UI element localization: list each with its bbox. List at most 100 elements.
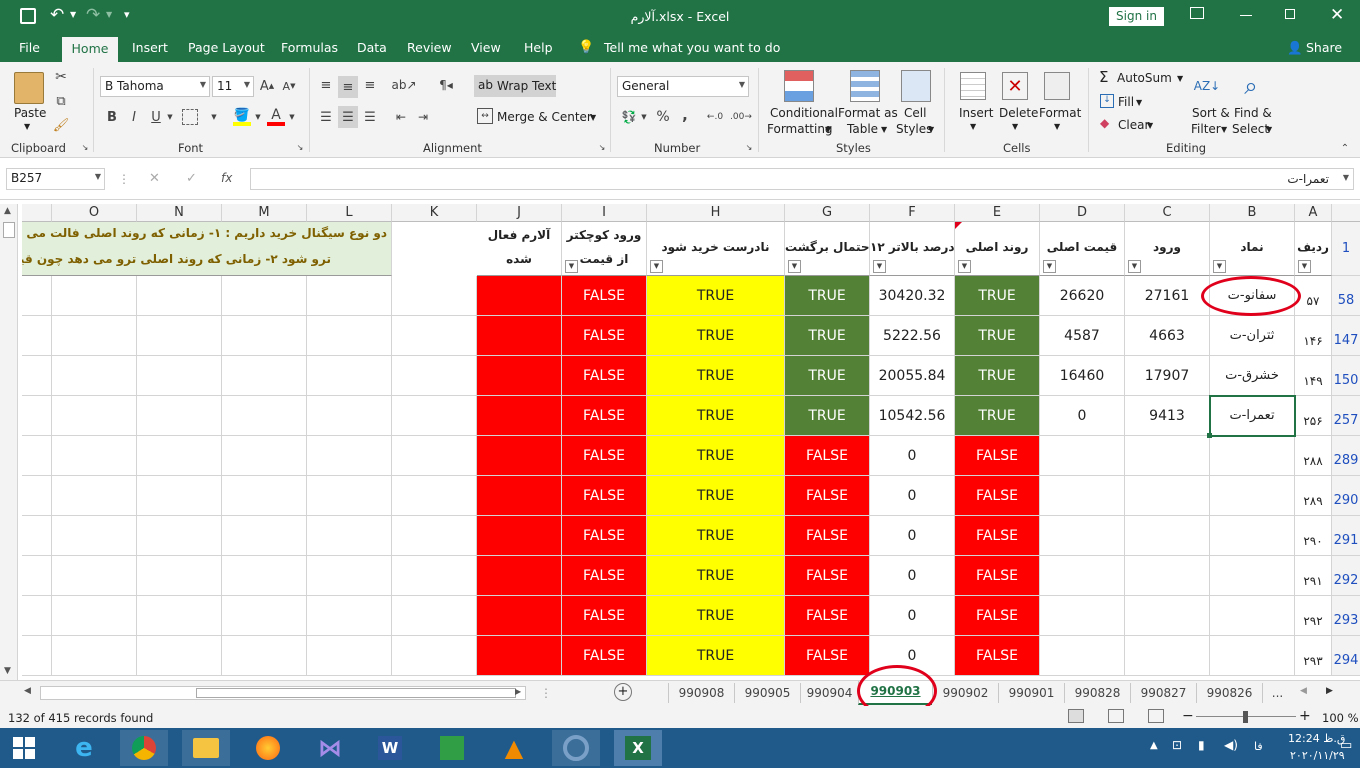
increase-indent-icon[interactable]: ⇥ [414,108,432,126]
number-format-select[interactable]: General ▼ [617,76,749,97]
new-sheet-icon[interactable]: + [614,683,632,701]
cell-p[interactable] [22,516,52,556]
cell-l[interactable] [307,316,392,356]
column-header-o[interactable]: O [52,204,137,222]
cell-n[interactable] [137,356,222,396]
cell-c[interactable]: 27161 [1125,276,1210,316]
format-table-dropdown-icon[interactable]: ▼ [881,125,887,134]
tab-data[interactable]: Data [357,40,387,55]
cell-d[interactable]: 26620 [1040,276,1125,316]
increase-font-icon[interactable]: A ▲ [258,77,276,95]
cell-l[interactable] [307,276,392,316]
cell-f[interactable]: 5222.56 [870,316,955,356]
expand-formula-icon[interactable]: ▼ [1343,173,1349,182]
paste-icon[interactable] [14,72,44,104]
fill-handle[interactable] [1207,433,1212,438]
cell-o[interactable] [52,516,137,556]
cell-e[interactable]: TRUE [955,356,1040,396]
store-icon[interactable] [428,730,476,766]
cell-f[interactable]: 0 [870,516,955,556]
cell-i[interactable]: FALSE [562,276,647,316]
cell-m[interactable] [222,596,307,636]
scroll-up-icon[interactable]: ▲ [4,206,11,216]
minimize-icon[interactable] [1240,15,1252,16]
align-center-icon[interactable]: ☰ [338,106,358,128]
cell-c[interactable] [1125,436,1210,476]
cell-l[interactable] [307,436,392,476]
file-explorer-icon[interactable] [182,730,230,766]
zoom-level[interactable]: 100 % [1322,711,1359,725]
cell-i[interactable]: FALSE [562,476,647,516]
cell-h[interactable]: TRUE [647,476,785,516]
cell-a[interactable]: ۱۴۹ [1295,356,1332,396]
cell-i[interactable]: FALSE [562,596,647,636]
horizontal-scrollbar[interactable]: ▶ [40,686,526,700]
cell-l[interactable] [307,556,392,596]
row-header[interactable]: 289 [1332,436,1360,476]
align-middle-icon[interactable]: ≡ [338,76,358,98]
h-scroll-thumb[interactable] [196,688,516,698]
cell-n[interactable] [137,556,222,596]
conditional-formatting-icon[interactable] [784,70,814,102]
cell-a[interactable]: ۲۸۸ [1295,436,1332,476]
row-header[interactable]: 150 [1332,356,1360,396]
sort-filter-icon[interactable]: AZ↓ [1193,72,1221,100]
cell-e[interactable]: FALSE [955,636,1040,676]
cell-o[interactable] [52,356,137,396]
page-break-view-icon[interactable] [1148,709,1164,723]
cell-l[interactable] [307,596,392,636]
vlc-icon[interactable]: ▲ [490,730,538,766]
font-color-icon[interactable]: A [267,107,285,126]
redo-icon[interactable]: ↷ [86,5,100,25]
cell-n[interactable] [137,636,222,676]
cell-a[interactable]: ۲۸۹ [1295,476,1332,516]
wrap-text-button[interactable]: ab Wrap Text [474,75,556,97]
filter-dropdown-button[interactable]: ▼ [650,260,663,273]
cell-i[interactable]: FALSE [562,396,647,436]
tab-insert[interactable]: Insert [132,40,168,55]
sheet-tab[interactable]: 990908 [668,683,734,703]
excel-icon[interactable]: X [614,730,662,766]
column-header-g[interactable]: G [785,204,870,222]
conditional-formatting-label2[interactable]: Formatting [767,122,833,136]
insert-cells-icon[interactable] [960,72,986,100]
cell-p[interactable] [22,436,52,476]
align-left-icon[interactable]: ☰ [317,108,335,126]
font-name-select[interactable]: B Tahoma ▼ [100,76,210,97]
word-icon[interactable]: W [366,730,414,766]
cell-j[interactable] [477,556,562,596]
cell-j[interactable] [477,316,562,356]
format-as-table-label2[interactable]: Table [847,122,878,136]
cell-d[interactable] [1040,636,1125,676]
cell-i[interactable]: FALSE [562,436,647,476]
cell-n[interactable] [137,596,222,636]
cell-l[interactable] [307,476,392,516]
cell-f[interactable]: 0 [870,436,955,476]
cell-d[interactable] [1040,476,1125,516]
sheet-tab[interactable]: 990901 [998,683,1064,703]
cell-b[interactable] [1210,476,1295,516]
row-header[interactable]: 291 [1332,516,1360,556]
tray-up-icon[interactable]: ▲ [1150,740,1158,751]
clipboard-launcher-icon[interactable]: ↘ [80,142,90,152]
sheet-tab[interactable]: 990828 [1064,683,1130,703]
delete-dropdown-icon[interactable]: ▼ [1012,122,1018,131]
italic-button[interactable]: I [126,108,142,126]
cell-c[interactable]: 4663 [1125,316,1210,356]
cell-e[interactable]: TRUE [955,396,1040,436]
alignment-launcher-icon[interactable]: ↘ [597,142,607,152]
insert-function-button[interactable]: fx [221,171,232,185]
merge-dropdown-icon[interactable]: ▼ [590,113,596,122]
cell-n[interactable] [137,436,222,476]
scroll-down-icon[interactable]: ▼ [4,666,11,676]
format-as-table-label1[interactable]: Format as [838,106,898,120]
conditional-dropdown-icon[interactable]: ▼ [825,125,831,134]
cell-g[interactable]: TRUE [785,396,870,436]
cell-l[interactable] [307,356,392,396]
filter-dropdown-button[interactable]: ▼ [958,260,971,273]
cell-c[interactable] [1125,636,1210,676]
fill-color-dropdown-icon[interactable]: ▼ [254,112,262,122]
formula-bar-menu-icon[interactable]: ⋮ [118,172,130,186]
filter-dropdown-button[interactable]: ▼ [1298,260,1311,273]
merge-center-button[interactable]: Merge & Center [497,110,592,124]
